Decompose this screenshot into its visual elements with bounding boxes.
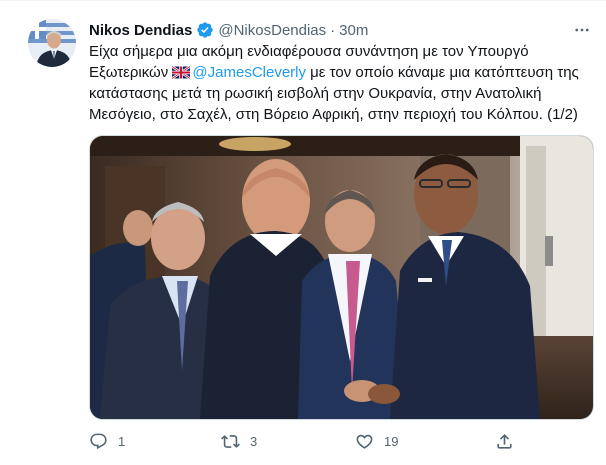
retweet-button[interactable]: 3 xyxy=(221,432,257,451)
top-divider xyxy=(0,0,606,1)
tweet-text-line: κατάστασης μετά τη ρωσική εισβολή στην Ο… xyxy=(89,85,542,102)
share-icon xyxy=(497,433,512,449)
like-count: 19 xyxy=(384,433,399,449)
mention-link[interactable]: @JamesCleverly xyxy=(192,64,306,81)
reply-icon xyxy=(90,433,107,449)
reply-button[interactable]: 1 xyxy=(89,432,125,451)
tweet-header: Nikos Dendias @NikosDendias · 30m xyxy=(89,19,368,41)
more-options-icon[interactable] xyxy=(572,20,592,40)
tweet-card[interactable]: Nikos Dendias @NikosDendias · 30m Είχα σ… xyxy=(0,0,606,465)
tweet-text-line: Εξωτερικών @JamesCleverly με τον οποίο κ… xyxy=(89,62,599,83)
tweet-text-line: Μεσόγειο, στο Σαχέλ, στη Βόρειο Αφρική, … xyxy=(89,106,578,123)
reply-count: 1 xyxy=(118,433,126,449)
tweet-text-segment: Εξωτερικών xyxy=(89,64,173,81)
verified-badge-icon xyxy=(197,22,214,38)
tweet-timestamp[interactable]: 30m xyxy=(339,22,368,39)
uk-flag-icon xyxy=(172,66,191,79)
tweet-photo[interactable] xyxy=(89,135,594,420)
author-handle[interactable]: @NikosDendias xyxy=(218,22,326,39)
like-button[interactable]: 19 xyxy=(355,432,398,451)
photo-image xyxy=(90,136,593,419)
retweet-count: 3 xyxy=(250,433,258,449)
tweet-text-segment: με τον οποίο κάναμε μια κατόπτευση της xyxy=(306,64,579,81)
share-button[interactable] xyxy=(495,432,514,451)
tweet-text: Είχα σήμερα μια ακόμη ενδιαφέρουσα συνάν… xyxy=(89,41,599,125)
avatar[interactable] xyxy=(28,19,76,67)
avatar-image xyxy=(28,19,76,67)
tweet-actions: 1 3 19 xyxy=(89,430,512,452)
tweet-text-line: Είχα σήμερα μια ακόμη ενδιαφέρουσα συνάν… xyxy=(89,43,529,60)
heart-icon xyxy=(356,434,373,449)
retweet-icon xyxy=(221,434,240,448)
author-name[interactable]: Nikos Dendias xyxy=(89,22,192,39)
separator-dot: · xyxy=(330,21,336,39)
